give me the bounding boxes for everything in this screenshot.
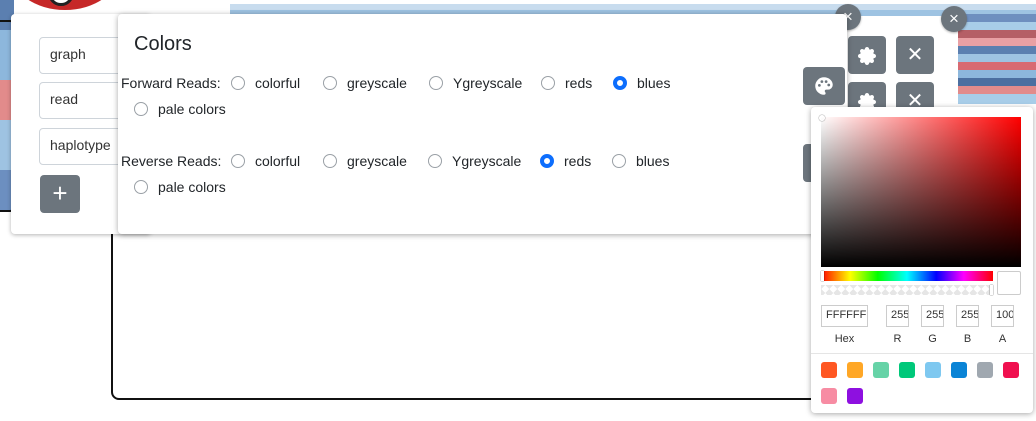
gear-icon [858,46,876,65]
radio-indicator [231,154,245,168]
forward-radio-greyscale[interactable]: greyscale [323,75,407,91]
reverse-radio-ygreyscale[interactable]: Ygreyscale [428,153,521,169]
preset-color-swatch[interactable] [925,362,941,378]
preset-color-swatch[interactable] [873,362,889,378]
reverse-radio-blues[interactable]: blues [612,153,669,169]
add-track-button[interactable]: + [40,175,80,213]
radio-label: greyscale [347,75,407,91]
forward-radio-colorful[interactable]: colorful [231,75,300,91]
preset-color-swatch[interactable] [847,362,863,378]
alpha-handle[interactable] [990,285,993,295]
radio-indicator [323,154,337,168]
hue-handle[interactable] [821,271,824,281]
reverse-radio-greyscale[interactable]: greyscale [323,153,407,169]
preset-color-swatch[interactable] [951,362,967,378]
hex-input[interactable]: FFFFFF [821,305,868,327]
custom-color-button[interactable] [803,67,845,105]
alpha-slider[interactable] [821,285,993,295]
picker-divider [811,353,1033,354]
preset-color-swatch[interactable] [821,388,837,404]
green-input[interactable]: 255 [921,305,944,327]
radio-label: colorful [255,75,301,91]
radio-indicator [323,76,337,90]
preset-color-swatch[interactable] [977,362,993,378]
track-settings-button[interactable] [848,36,886,74]
radio-label: pale colors [158,179,226,195]
red-input[interactable]: 255 [886,305,909,327]
alpha-label: A [998,333,1007,345]
colors-dialog-title: Colors [134,33,192,55]
radio-label: Ygreyscale [452,153,522,169]
forward-radio-pale-colors[interactable]: pale colors [134,101,226,117]
radio-label: reds [564,153,592,169]
close-track-panel-button[interactable]: × [941,6,967,32]
preset-color-swatch[interactable] [821,362,837,378]
blue-input[interactable]: 255 [956,305,979,327]
color-picker: FFFFFF 255 255 255 100 Hex R G B A [811,107,1033,413]
color-preview-swatch [997,271,1021,295]
reverse-radio-colorful[interactable]: colorful [231,153,300,169]
palette-icon [815,77,833,95]
radio-label: reds [565,75,593,91]
radio-indicator [134,180,148,194]
radio-indicator [541,76,555,90]
forward-radio-reds[interactable]: reds [541,75,592,91]
radio-label: blues [637,75,671,91]
radio-label: colorful [255,153,301,169]
radio-indicator [429,76,443,90]
blue-label: B [963,333,972,345]
radio-indicator [612,154,626,168]
saturation-handle[interactable] [819,115,825,121]
forward-radio-ygreyscale[interactable]: Ygreyscale [429,75,522,91]
preset-color-swatch[interactable] [899,362,915,378]
radio-indicator [134,102,148,116]
reverse-radio-pale-colors[interactable]: pale colors [134,179,226,195]
radio-indicator [613,76,627,90]
red-label: R [893,333,902,345]
radio-label: pale colors [158,101,226,117]
remove-track-button[interactable]: ✕ [896,36,934,74]
radio-indicator [231,76,245,90]
alpha-input[interactable]: 100 [991,305,1014,327]
hue-slider[interactable] [821,271,993,281]
preset-color-swatch[interactable] [1003,362,1019,378]
colors-dialog: Colors Forward Reads: colorful greyscale… [118,14,847,234]
reverse-reads-label: Reverse Reads: [121,153,222,169]
hex-label: Hex [834,333,855,345]
forward-radio-blues[interactable]: blues [613,75,670,91]
radio-label: blues [636,153,670,169]
green-label: G [928,333,937,345]
preset-color-swatch[interactable] [847,388,863,404]
forward-reads-label: Forward Reads: [121,75,221,91]
radio-indicator [428,154,442,168]
reverse-radio-reds[interactable]: reds [540,153,591,169]
saturation-area[interactable] [819,115,1021,267]
radio-label: Ygreyscale [453,75,523,91]
radio-label: greyscale [347,153,407,169]
radio-indicator [540,154,554,168]
